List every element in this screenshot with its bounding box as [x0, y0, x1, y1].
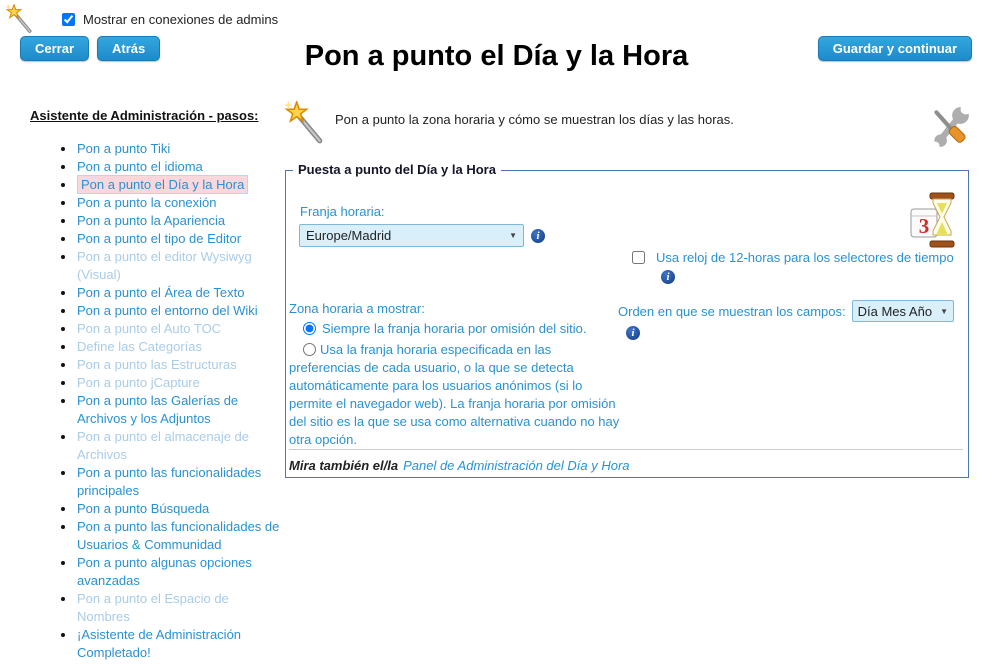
wizard-step-link[interactable]: Pon a punto el tipo de Editor — [77, 231, 241, 246]
see-also: Mira también el/la Panel de Administració… — [289, 458, 630, 473]
tz-user-pref-label: Usa la franja horaria especificada en la… — [289, 342, 619, 447]
wizard-step-item: Pon a punto el Auto TOC — [76, 320, 282, 338]
wizard-steps-list: Pon a punto TikiPon a punto el idiomaPon… — [30, 140, 282, 662]
wizard-step-link[interactable]: Pon a punto las funcionalidades de Usuar… — [77, 519, 279, 552]
wizard-step-link: Pon a punto las Estructuras — [77, 357, 237, 372]
wizard-step-link[interactable]: Pon a punto la conexión — [77, 195, 217, 210]
wizard-step-link[interactable]: Pon a punto Búsqueda — [77, 501, 209, 516]
fieldset-legend: Puesta a punto del Día y la Hora — [293, 162, 501, 177]
timezone-display-option-user: Usa la franja horaria especificada en la… — [289, 341, 625, 449]
admin-wizard-page: Mostrar en conexiones de admins Cerrar A… — [0, 0, 993, 665]
wizard-step-item: Pon a punto el entorno del Wiki — [76, 302, 282, 320]
wizard-step-item: ¡Asistente de Administración Completado! — [76, 626, 282, 662]
wizard-step-item: Pon a punto el almacenaje de Archivos — [76, 428, 282, 464]
chevron-down-icon: ▼ — [940, 307, 948, 316]
show-on-admin-login-label: Mostrar en conexiones de admins — [83, 12, 278, 27]
wizard-step-item: Pon a punto el Área de Texto — [76, 284, 282, 302]
wizard-step-item: Pon a punto el Día y la Hora — [76, 176, 282, 194]
wizard-step-link[interactable]: Pon a punto algunas opciones avanzadas — [77, 555, 252, 588]
tz-user-pref-radio[interactable] — [303, 343, 316, 356]
show-on-admin-login-checkbox[interactable] — [62, 13, 75, 26]
field-order-select-value: Día Mes Año — [858, 304, 932, 319]
chevron-down-icon: ▼ — [509, 231, 517, 240]
wizard-step-item: Pon a punto el editor Wysiwyg (Visual) — [76, 248, 282, 284]
wizard-step-item: Pon a punto Tiki — [76, 140, 282, 158]
use-12hour-info-icon[interactable]: i — [661, 270, 675, 284]
wizard-steps-sidebar: Asistente de Administración - pasos: Pon… — [30, 108, 282, 662]
datetime-admin-panel-link[interactable]: Panel de Administración del Día y Hora — [403, 458, 629, 473]
wizard-step-link: Pon a punto jCapture — [77, 375, 200, 390]
timezone-select[interactable]: Europe/Madrid ▼ — [299, 224, 524, 247]
timezone-info-icon[interactable]: i — [531, 229, 545, 243]
wizard-step-link: Pon a punto el almacenaje de Archivos — [77, 429, 249, 462]
timezone-select-value: Europe/Madrid — [306, 228, 391, 243]
wizard-step-item: Pon a punto la conexión — [76, 194, 282, 212]
step-description: Pon a punto la zona horaria y cómo se mu… — [335, 112, 734, 127]
wizard-step-item: Pon a punto algunas opciones avanzadas — [76, 554, 282, 590]
admin-tools-icon — [928, 104, 970, 155]
wizard-step-item: Define las Categorías — [76, 338, 282, 356]
see-also-divider — [289, 449, 963, 450]
use-12hour-row: Usa reloj de 12-horas para los selectore… — [632, 250, 954, 265]
sidebar-heading: Asistente de Administración - pasos: — [30, 108, 282, 123]
timezone-display-label: Zona horaria a mostrar: — [289, 301, 425, 316]
tz-site-default-radio[interactable] — [303, 322, 316, 335]
page-title: Pon a punto el Día y la Hora — [0, 40, 993, 73]
wizard-step-link[interactable]: Pon a punto Tiki — [77, 141, 170, 156]
wizard-step-item: Pon a punto la Apariencia — [76, 212, 282, 230]
magic-wand-icon — [5, 4, 33, 39]
calendar-hourglass-icon: 3 — [910, 191, 956, 254]
wizard-step-link[interactable]: Pon a punto las funcionalidades principa… — [77, 465, 261, 498]
use-12hour-checkbox[interactable] — [632, 251, 645, 264]
use-12hour-label: Usa reloj de 12-horas para los selectore… — [656, 250, 954, 265]
wizard-step-link: Define las Categorías — [77, 339, 202, 354]
wizard-step-link[interactable]: Pon a punto el Área de Texto — [77, 285, 244, 300]
wizard-step-link[interactable]: Pon a punto el Día y la Hora — [77, 175, 248, 194]
wizard-step-item: Pon a punto el tipo de Editor — [76, 230, 282, 248]
wizard-step-item: Pon a punto Búsqueda — [76, 500, 282, 518]
magic-wand-icon — [284, 101, 324, 150]
field-order-info-icon[interactable]: i — [626, 326, 640, 340]
tz-site-default-label: Siempre la franja horaria por omisión de… — [322, 321, 586, 336]
wizard-step-link[interactable]: Pon a punto el entorno del Wiki — [77, 303, 258, 318]
timezone-display-option-site: Siempre la franja horaria por omisión de… — [303, 321, 586, 336]
wizard-step-item: Pon a punto las funcionalidades de Usuar… — [76, 518, 282, 554]
wizard-step-link[interactable]: ¡Asistente de Administración Completado! — [77, 627, 241, 660]
wizard-step-link: Pon a punto el editor Wysiwyg (Visual) — [77, 249, 252, 282]
wizard-step-link[interactable]: Pon a punto las Galerías de Archivos y l… — [77, 393, 238, 426]
wizard-step-item: Pon a punto las Estructuras — [76, 356, 282, 374]
see-also-prefix: Mira también el/la — [289, 458, 398, 473]
field-order-select[interactable]: Día Mes Año ▼ — [852, 300, 954, 322]
wizard-step-link: Pon a punto el Espacio de Nombres — [77, 591, 229, 624]
wizard-step-link[interactable]: Pon a punto la Apariencia — [77, 213, 225, 228]
svg-text:3: 3 — [919, 214, 930, 238]
wizard-step-item: Pon a punto el Espacio de Nombres — [76, 590, 282, 626]
wizard-step-item: Pon a punto las Galerías de Archivos y l… — [76, 392, 282, 428]
wizard-step-link: Pon a punto el Auto TOC — [77, 321, 221, 336]
field-order-label: Orden en que se muestran los campos: — [618, 304, 846, 319]
wizard-step-link[interactable]: Pon a punto el idioma — [77, 159, 203, 174]
wizard-step-item: Pon a punto las funcionalidades principa… — [76, 464, 282, 500]
datetime-settings-fieldset: Puesta a punto del Día y la Hora Franja … — [285, 170, 969, 478]
field-order-row: Orden en que se muestran los campos: Día… — [618, 300, 968, 322]
wizard-step-item: Pon a punto jCapture — [76, 374, 282, 392]
wizard-step-item: Pon a punto el idioma — [76, 158, 282, 176]
timezone-label: Franja horaria: — [300, 204, 385, 219]
